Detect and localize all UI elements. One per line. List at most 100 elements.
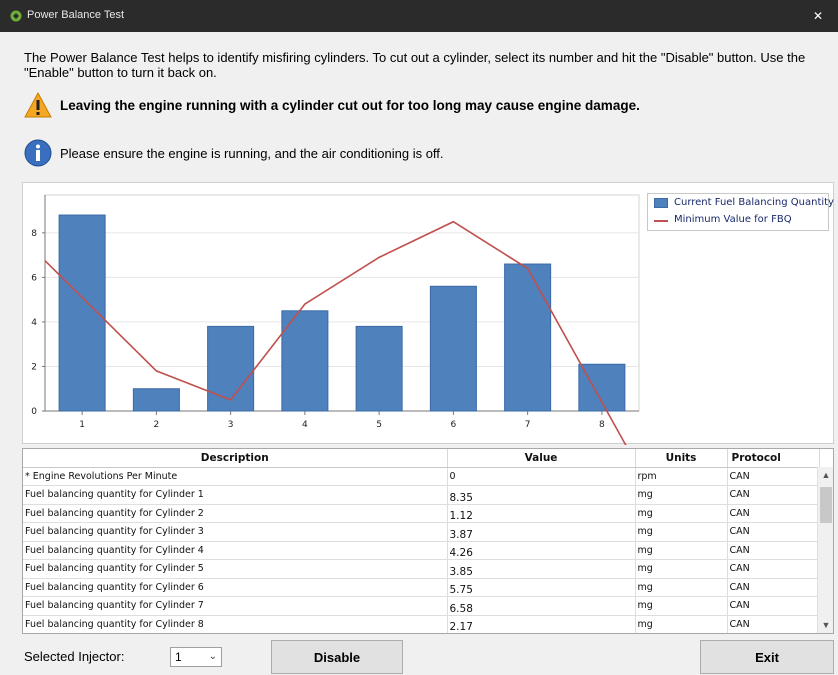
warning-triangle-icon bbox=[24, 91, 52, 118]
line-point-2 bbox=[155, 370, 158, 372]
data-grid: Description Value Units Protocol * Engin… bbox=[22, 448, 834, 634]
cell-protocol: CAN bbox=[727, 485, 820, 505]
cell-description: Fuel balancing quantity for Cylinder 8 bbox=[23, 615, 448, 633]
cell-units: mg bbox=[635, 541, 728, 560]
table-row[interactable]: Fuel balancing quantity for Cylinder 4 4… bbox=[23, 541, 820, 560]
x-tick-label: 1 bbox=[79, 420, 85, 430]
line-point-3 bbox=[229, 399, 232, 401]
title-bar: Power Balance Test ✕ bbox=[0, 0, 838, 32]
window-title: Power Balance Test bbox=[27, 9, 125, 21]
line-point-4 bbox=[304, 303, 306, 305]
app-icon bbox=[10, 10, 22, 22]
close-button[interactable]: ✕ bbox=[798, 0, 838, 32]
bar-7 bbox=[504, 263, 552, 412]
table-row[interactable]: Fuel balancing quantity for Cylinder 5 3… bbox=[23, 559, 820, 579]
x-tick-label: 4 bbox=[302, 420, 308, 430]
close-icon[interactable]: ✕ bbox=[813, 9, 823, 23]
cell-description: Fuel balancing quantity for Cylinder 6 bbox=[23, 578, 448, 597]
cell-units: rpm bbox=[635, 467, 728, 486]
cell-units: mg bbox=[635, 504, 728, 523]
header-value[interactable]: Value bbox=[447, 449, 636, 468]
table-row[interactable]: Fuel balancing quantity for Cylinder 8 2… bbox=[23, 615, 820, 633]
x-tick-label: 3 bbox=[228, 420, 234, 430]
info-icon bbox=[24, 139, 52, 167]
legend-swatch-line bbox=[654, 220, 668, 222]
chevron-down-icon[interactable]: ⌄ bbox=[209, 648, 217, 666]
disable-button[interactable]: Disable bbox=[271, 640, 403, 674]
table-header-row: Description Value Units Protocol bbox=[23, 449, 820, 468]
table-row[interactable]: Fuel balancing quantity for Cylinder 3 3… bbox=[23, 522, 820, 542]
cell-protocol: CAN bbox=[727, 522, 820, 542]
injector-select[interactable]: 1 ⌄ bbox=[170, 647, 222, 667]
data-table: Description Value Units Protocol * Engin… bbox=[23, 449, 820, 633]
y-tick-label: 0 bbox=[31, 407, 37, 417]
selected-injector-label: Selected Injector: bbox=[24, 649, 125, 664]
legend-label-bar: Current Fuel Balancing Quantity bbox=[674, 197, 834, 208]
chart-legend: Current Fuel Balancing Quantity Minimum … bbox=[647, 193, 834, 231]
y-tick-label: 2 bbox=[31, 362, 37, 372]
cell-description: Fuel balancing quantity for Cylinder 2 bbox=[23, 504, 448, 523]
table-row[interactable]: Fuel balancing quantity for Cylinder 6 5… bbox=[23, 578, 820, 597]
info-text: Please ensure the engine is running, and… bbox=[60, 145, 444, 161]
cell-protocol: CAN bbox=[727, 578, 820, 597]
bar-2 bbox=[132, 388, 180, 412]
line-point-6 bbox=[452, 220, 455, 223]
cell-value: 3.85 bbox=[447, 559, 636, 579]
cell-protocol: CAN bbox=[727, 596, 820, 616]
cell-units: mg bbox=[635, 615, 728, 633]
cell-value: 2.17 bbox=[447, 615, 636, 633]
header-protocol[interactable]: Protocol bbox=[727, 449, 820, 468]
header-units[interactable]: Units bbox=[635, 449, 728, 468]
cell-protocol: CAN bbox=[727, 559, 820, 579]
bar-8 bbox=[578, 363, 626, 412]
cell-value: 1.12 bbox=[447, 504, 636, 523]
x-tick-label: 2 bbox=[154, 420, 160, 430]
scroll-down-icon[interactable]: ▼ bbox=[818, 617, 833, 633]
x-tick-label: 5 bbox=[376, 420, 382, 430]
bar-5 bbox=[355, 325, 403, 412]
header-description[interactable]: Description bbox=[23, 449, 448, 468]
cell-units: mg bbox=[635, 485, 728, 505]
cell-protocol: CAN bbox=[727, 504, 820, 523]
warning-text: Leaving the engine running with a cylind… bbox=[60, 97, 640, 113]
y-tick-label: 6 bbox=[31, 273, 37, 283]
intro-text: The Power Balance Test helps to identify… bbox=[24, 50, 806, 80]
cell-description: Fuel balancing quantity for Cylinder 4 bbox=[23, 541, 448, 560]
cell-value: 6.58 bbox=[447, 596, 636, 616]
table-row[interactable]: Fuel balancing quantity for Cylinder 2 1… bbox=[23, 504, 820, 523]
cell-description: Fuel balancing quantity for Cylinder 7 bbox=[23, 596, 448, 616]
table-scrollbar[interactable]: ▲ ▼ bbox=[817, 467, 833, 633]
table-row[interactable]: * Engine Revolutions Per Minute 0 rpm CA… bbox=[23, 467, 820, 486]
line-point-8 bbox=[601, 401, 603, 403]
cell-value: 0 bbox=[447, 467, 636, 486]
cell-protocol: CAN bbox=[727, 467, 820, 486]
x-tick-label: 6 bbox=[451, 420, 457, 430]
injector-select-value: 1 bbox=[175, 650, 182, 664]
cell-protocol: CAN bbox=[727, 615, 820, 633]
bar-3 bbox=[207, 325, 255, 412]
warning-row: Leaving the engine running with a cylind… bbox=[24, 88, 640, 122]
cell-value: 5.75 bbox=[447, 578, 636, 597]
fuel-balance-chart: 0 2 4 6 8 1 2 3 4 5 6 7 8 Current Fuel Balancing Qua… bbox=[22, 182, 834, 445]
table-row[interactable]: Fuel balancing quantity for Cylinder 7 6… bbox=[23, 596, 820, 616]
legend-label-line: Minimum Value for FBQ bbox=[674, 214, 792, 225]
table-row[interactable]: Fuel balancing quantity for Cylinder 1 8… bbox=[23, 485, 820, 505]
cell-value: 3.87 bbox=[447, 522, 636, 542]
cell-description: * Engine Revolutions Per Minute bbox=[23, 467, 448, 486]
cell-protocol: CAN bbox=[727, 541, 820, 560]
cell-value: 8.35 bbox=[447, 485, 636, 505]
y-tick-label: 4 bbox=[31, 318, 37, 328]
x-tick-label: 7 bbox=[525, 420, 531, 430]
exit-button[interactable]: Exit bbox=[700, 640, 834, 674]
cell-units: mg bbox=[635, 522, 728, 542]
info-row: Please ensure the engine is running, and… bbox=[24, 138, 444, 168]
cell-units: mg bbox=[635, 578, 728, 597]
line-point-1 bbox=[81, 296, 83, 299]
legend-swatch-bar bbox=[654, 198, 668, 208]
x-tick-label: 8 bbox=[599, 420, 605, 430]
cell-description: Fuel balancing quantity for Cylinder 3 bbox=[23, 522, 448, 542]
scroll-up-icon[interactable]: ▲ bbox=[818, 467, 833, 483]
line-point-5 bbox=[378, 256, 380, 259]
scroll-thumb[interactable] bbox=[820, 487, 832, 523]
bar-6 bbox=[429, 285, 477, 412]
